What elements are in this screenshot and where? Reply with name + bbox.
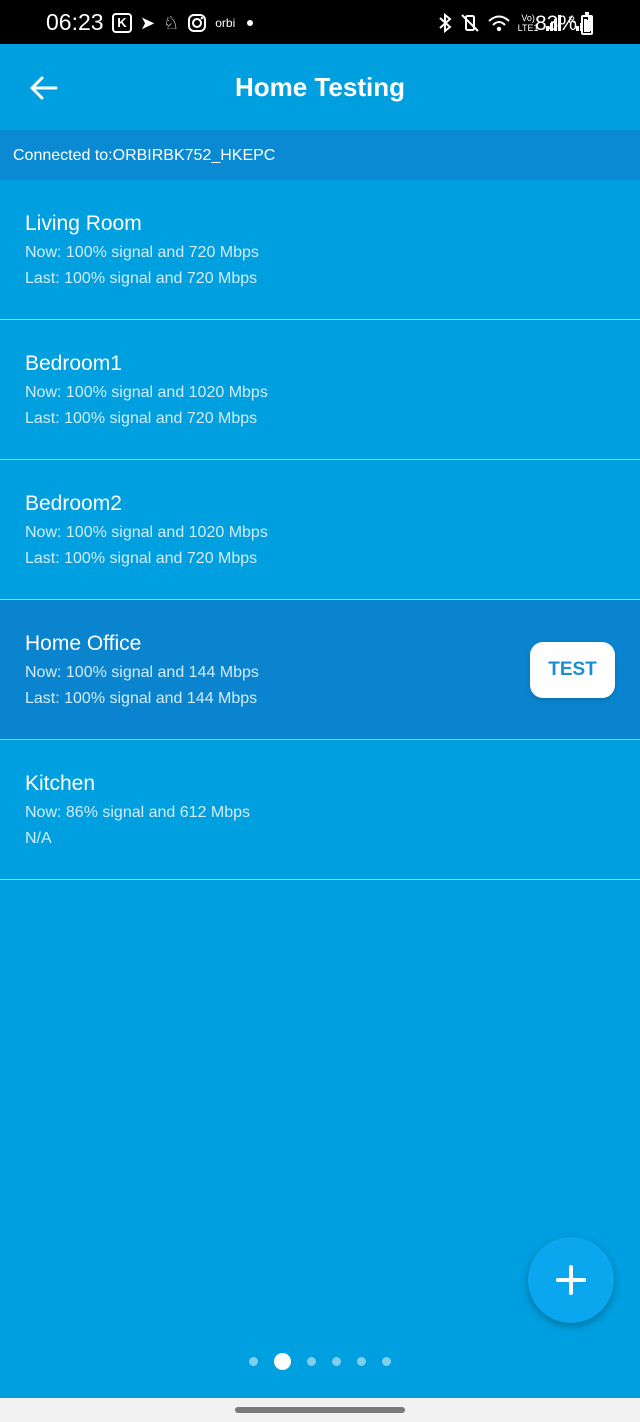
- room-item-bedroom2[interactable]: Bedroom2 Now: 100% signal and 1020 Mbps …: [0, 460, 640, 600]
- room-last-result: Last: 100% signal and 720 Mbps: [25, 410, 258, 427]
- more-notifications-icon: [247, 20, 254, 26]
- connection-status-text: Connected to:ORBIRBK752_HKEPC: [13, 147, 276, 164]
- room-last-result: Last: 100% signal and 144 Mbps: [25, 690, 258, 707]
- vibrate-muted-icon: [460, 14, 479, 32]
- room-current-result: Now: 100% signal and 144 Mbps: [25, 664, 259, 681]
- room-current-result: Now: 86% signal and 612 Mbps: [25, 804, 251, 821]
- page-dot[interactable]: [249, 1356, 258, 1366]
- room-name: Home Office: [25, 632, 142, 655]
- status-bar: 06:23 K ➤ ♘ orbi Vo) LTE1 R 83%: [0, 0, 640, 44]
- page-dot[interactable]: [357, 1356, 366, 1366]
- status-notification-icons: K ➤ ♘ orbi: [112, 12, 261, 34]
- room-current-result: Now: 100% signal and 1020 Mbps: [25, 384, 268, 401]
- room-item-kitchen[interactable]: Kitchen Now: 86% signal and 612 Mbps N/A: [0, 740, 640, 880]
- status-time: 06:23: [46, 9, 104, 35]
- page-dot[interactable]: [382, 1356, 391, 1366]
- instagram-icon: [188, 14, 207, 32]
- room-list: Living Room Now: 100% signal and 720 Mbp…: [0, 180, 640, 880]
- room-name: Kitchen: [25, 772, 96, 795]
- room-last-result: Last: 100% signal and 720 Mbps: [25, 270, 258, 287]
- page-dot[interactable]: [332, 1356, 341, 1366]
- room-item-bedroom1[interactable]: Bedroom1 Now: 100% signal and 1020 Mbps …: [0, 320, 640, 460]
- orbi-app-icon: orbi: [215, 16, 236, 30]
- page-title: Home Testing: [235, 72, 405, 102]
- test-button[interactable]: TEST: [530, 642, 615, 698]
- bluetooth-icon: [438, 13, 452, 33]
- room-name: Bedroom2: [25, 492, 122, 515]
- home-gesture-handle[interactable]: [235, 1407, 405, 1413]
- room-last-result: Last: 100% signal and 720 Mbps: [25, 550, 258, 567]
- page-dot[interactable]: [307, 1356, 316, 1366]
- navigation-icon: ➤: [140, 13, 156, 33]
- app-header: Home Testing: [0, 44, 640, 130]
- connection-status-bar: Connected to:ORBIRBK752_HKEPC: [0, 130, 640, 180]
- room-last-result: N/A: [25, 830, 52, 847]
- room-item-home-office[interactable]: Home Office Now: 100% signal and 144 Mbp…: [0, 600, 640, 740]
- page-dot-active[interactable]: [274, 1352, 291, 1370]
- add-room-button[interactable]: [528, 1237, 614, 1323]
- battery-percentage: 83%: [535, 12, 578, 35]
- room-current-result: Now: 100% signal and 720 Mbps: [25, 244, 259, 261]
- room-name: Living Room: [25, 212, 142, 235]
- wifi-icon: [487, 15, 510, 32]
- snapchat-icon: ♘: [163, 13, 180, 33]
- battery-icon: [581, 12, 593, 35]
- page-indicator: [0, 1352, 640, 1370]
- k-app-icon: K: [112, 13, 132, 33]
- room-name: Bedroom1: [25, 352, 122, 375]
- room-current-result: Now: 100% signal and 1020 Mbps: [25, 524, 268, 541]
- room-item-living-room[interactable]: Living Room Now: 100% signal and 720 Mbp…: [0, 180, 640, 320]
- system-navigation-bar: [0, 1398, 640, 1422]
